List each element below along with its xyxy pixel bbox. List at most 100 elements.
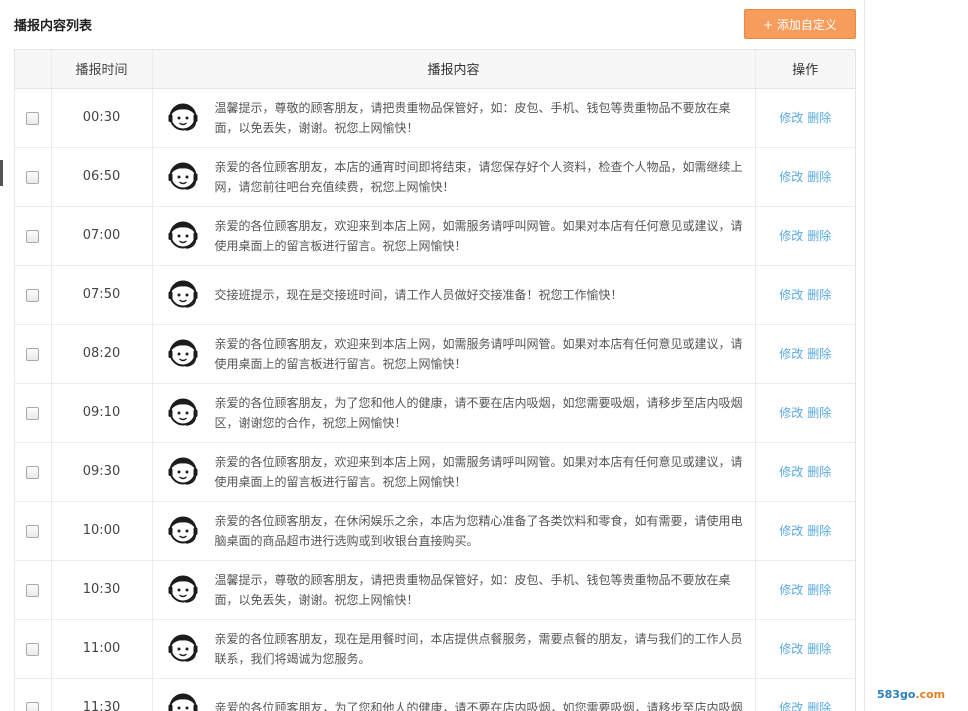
row-checkbox[interactable] [26,347,40,361]
row-checkbox[interactable] [26,406,40,420]
edit-link[interactable]: 修改 [779,701,803,711]
row-checkbox[interactable] [26,170,40,184]
row-checkbox-cell [15,383,52,443]
header: 播报内容列表 + 添加自定义 [14,0,856,48]
row-content-cell: 亲爱的各位顾客朋友，现在是用餐时间，本店提供点餐服务，需要点餐的朋友，请与我们的… [152,619,756,679]
row-checkbox[interactable] [26,465,40,479]
row-content-cell: 温馨提示，尊敬的顾客朋友，请把贵重物品保管好，如：皮包、手机、钱包等贵重物品不要… [152,560,756,620]
delete-link[interactable]: 删除 [807,524,831,538]
delete-link[interactable]: 删除 [807,642,831,656]
row-content-cell: 亲爱的各位顾客朋友，在休闲娱乐之余，本店为您精心准备了各类饮料和零食，如有需要，… [152,501,756,561]
headset-operator-icon [167,102,199,134]
page-title: 播报内容列表 [14,19,93,34]
row-content: 亲爱的各位顾客朋友，在休闲娱乐之余，本店为您精心准备了各类饮料和零食，如有需要，… [153,511,755,551]
row-checkbox[interactable] [26,111,40,125]
row-ops: 修改 删除 [755,501,855,561]
row-ops: 修改 删除 [755,678,855,711]
row-time: 08:20 [51,324,153,384]
row-time: 11:30 [51,678,153,711]
edit-link[interactable]: 修改 [779,170,803,184]
row-content: 亲爱的各位顾客朋友，欢迎来到本店上网，如需服务请呼叫网管。如果对本店有任何意见或… [153,334,755,374]
row-content-cell: 亲爱的各位顾客朋友，为了您和他人的健康，请不要在店内吸烟，如您需要吸烟，请移步至… [152,678,756,711]
headset-operator-icon [167,574,199,606]
row-checkbox[interactable] [26,229,40,243]
row-content: 亲爱的各位顾客朋友，为了您和他人的健康，请不要在店内吸烟，如您需要吸烟，请移步至… [153,692,755,711]
delete-link[interactable]: 删除 [807,701,831,711]
header-content: 播报内容 [152,50,756,89]
edit-link[interactable]: 修改 [779,229,803,243]
table-row: 11:00 亲爱的各位顾客朋友，现在是用餐时间，本店提供点餐服务，需要点餐的朋友，… [15,619,855,679]
row-checkbox[interactable] [26,288,40,302]
row-checkbox-cell [15,88,52,148]
row-checkbox-cell [15,678,52,711]
delete-link[interactable]: 删除 [807,583,831,597]
row-ops: 修改 删除 [755,560,855,620]
table-row: 09:30 亲爱的各位顾客朋友，欢迎来到本店上网，如需服务请呼叫网管。如果对本店有… [15,442,855,502]
row-checkbox-cell [15,324,52,384]
row-content-cell: 亲爱的各位顾客朋友，为了您和他人的健康，请不要在店内吸烟，如您需要吸烟，请移步至… [152,383,756,443]
delete-link[interactable]: 删除 [807,288,831,302]
row-content-text: 亲爱的各位顾客朋友，为了您和他人的健康，请不要在店内吸烟，如您需要吸烟，请移步至… [214,395,743,430]
delete-link[interactable]: 删除 [807,465,831,479]
headset-operator-icon [167,397,199,429]
headset-operator-icon [167,515,199,547]
row-ops: 修改 删除 [755,147,855,207]
table-row: 11:30 亲爱的各位顾客朋友，为了您和他人的健康，请不要在店内吸烟，如您需要吸烟… [15,678,855,711]
row-checkbox[interactable] [26,642,40,656]
edit-link[interactable]: 修改 [779,524,803,538]
row-content: 亲爱的各位顾客朋友，欢迎来到本店上网，如需服务请呼叫网管。如果对本店有任何意见或… [153,452,755,492]
row-ops: 修改 删除 [755,88,855,148]
edit-link[interactable]: 修改 [779,406,803,420]
row-content-text: 亲爱的各位顾客朋友，为了您和他人的健康，请不要在店内吸烟，如您需要吸烟，请移步至… [214,700,743,711]
edit-link[interactable]: 修改 [779,583,803,597]
table-row: 09:10 亲爱的各位顾客朋友，为了您和他人的健康，请不要在店内吸烟，如您需要吸烟… [15,383,855,443]
table-body: 00:30 温馨提示，尊敬的顾客朋友，请把贵重物品保管好，如：皮包、手机、钱包等贵… [15,88,855,711]
site-watermark: 583go.com [877,688,945,701]
delete-link[interactable]: 删除 [807,347,831,361]
row-checkbox[interactable] [26,524,40,538]
row-checkbox-cell [15,206,52,266]
delete-link[interactable]: 删除 [807,170,831,184]
row-content: 交接班提示，现在是交接班时间，请工作人员做好交接准备！祝您工作愉快！ [153,279,755,311]
table-row: 00:30 温馨提示，尊敬的顾客朋友，请把贵重物品保管好，如：皮包、手机、钱包等贵… [15,88,855,148]
row-time: 11:00 [51,619,153,679]
delete-link[interactable]: 删除 [807,111,831,125]
delete-link[interactable]: 删除 [807,406,831,420]
headset-operator-icon [167,338,199,370]
headset-operator-icon [167,456,199,488]
row-checkbox-cell [15,501,52,561]
headset-operator-icon [167,220,199,252]
delete-link[interactable]: 删除 [807,229,831,243]
headset-operator-icon [167,633,199,665]
row-content: 亲爱的各位顾客朋友，现在是用餐时间，本店提供点餐服务，需要点餐的朋友，请与我们的… [153,629,755,669]
row-ops: 修改 删除 [755,206,855,266]
row-content-text: 温馨提示，尊敬的顾客朋友，请把贵重物品保管好，如：皮包、手机、钱包等贵重物品不要… [214,100,731,135]
row-checkbox-cell [15,619,52,679]
edit-link[interactable]: 修改 [779,642,803,656]
row-checkbox[interactable] [26,583,40,597]
row-checkbox[interactable] [26,701,40,711]
row-time: 06:50 [51,147,153,207]
row-time: 09:10 [51,383,153,443]
row-content-text: 温馨提示，尊敬的顾客朋友，请把贵重物品保管好，如：皮包、手机、钱包等贵重物品不要… [214,572,731,607]
table-row: 06:50 亲爱的各位顾客朋友，本店的通宵时间即将结束，请您保存好个人资料，检查个… [15,147,855,207]
row-content: 亲爱的各位顾客朋友，欢迎来到本店上网，如需服务请呼叫网管。如果对本店有任何意见或… [153,216,755,256]
headset-operator-icon [167,161,199,193]
row-ops: 修改 删除 [755,265,855,325]
row-checkbox-cell [15,265,52,325]
row-content-text: 亲爱的各位顾客朋友，欢迎来到本店上网，如需服务请呼叫网管。如果对本店有任何意见或… [214,218,743,253]
row-time: 09:30 [51,442,153,502]
edit-link[interactable]: 修改 [779,347,803,361]
row-content-text: 亲爱的各位顾客朋友，现在是用餐时间，本店提供点餐服务，需要点餐的朋友，请与我们的… [214,631,743,666]
edit-link[interactable]: 修改 [779,111,803,125]
edit-link[interactable]: 修改 [779,465,803,479]
table-row: 07:50 交接班提示，现在是交接班时间，请工作人员做好交接准备！祝您工作愉快！ 修… [15,265,855,325]
edit-link[interactable]: 修改 [779,288,803,302]
watermark-text: 583go [877,688,916,701]
add-custom-button[interactable]: + 添加自定义 [744,9,856,39]
row-content-cell: 温馨提示，尊敬的顾客朋友，请把贵重物品保管好，如：皮包、手机、钱包等贵重物品不要… [152,88,756,148]
table-row: 10:00 亲爱的各位顾客朋友，在休闲娱乐之余，本店为您精心准备了各类饮料和零食，… [15,501,855,561]
row-content-text: 亲爱的各位顾客朋友，本店的通宵时间即将结束，请您保存好个人资料，检查个人物品，如… [214,159,743,194]
broadcast-table: 播报时间 播报内容 操作 00:30 温馨提示，尊敬的顾客朋友，请把贵重物品保管好… [14,49,856,711]
left-edge-indicator [0,160,3,186]
